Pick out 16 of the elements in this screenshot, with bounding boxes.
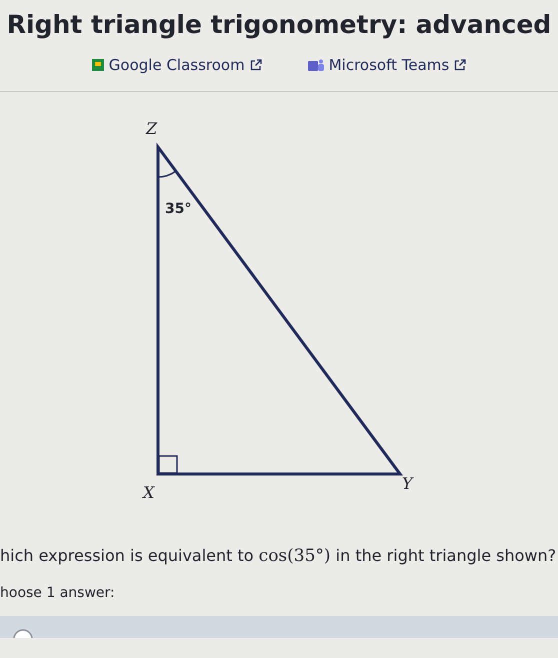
teams-icon	[308, 58, 324, 72]
classroom-icon	[92, 59, 104, 72]
vertex-label: X	[143, 482, 154, 502]
vertex-label: Y	[402, 474, 413, 492]
angle-arc	[158, 170, 176, 178]
right-angle-mark	[158, 454, 178, 474]
radio-icon	[12, 628, 34, 638]
share-link[interactable]: Microsoft Teams	[308, 54, 466, 76]
vertex-label: Z	[146, 118, 158, 138]
question-text: hich expression is equivalent to cos(35°) in the right triangle shown?	[0, 544, 558, 568]
angle-label: 35°	[165, 200, 192, 216]
instruction-text: hoose 1 answer:	[0, 584, 116, 603]
external-link-icon	[454, 59, 466, 72]
page-title: Right triangle trigonometry: advanced	[6, 9, 552, 40]
share-link[interactable]: Google Classroom	[92, 54, 262, 76]
external-link-icon	[250, 59, 262, 72]
